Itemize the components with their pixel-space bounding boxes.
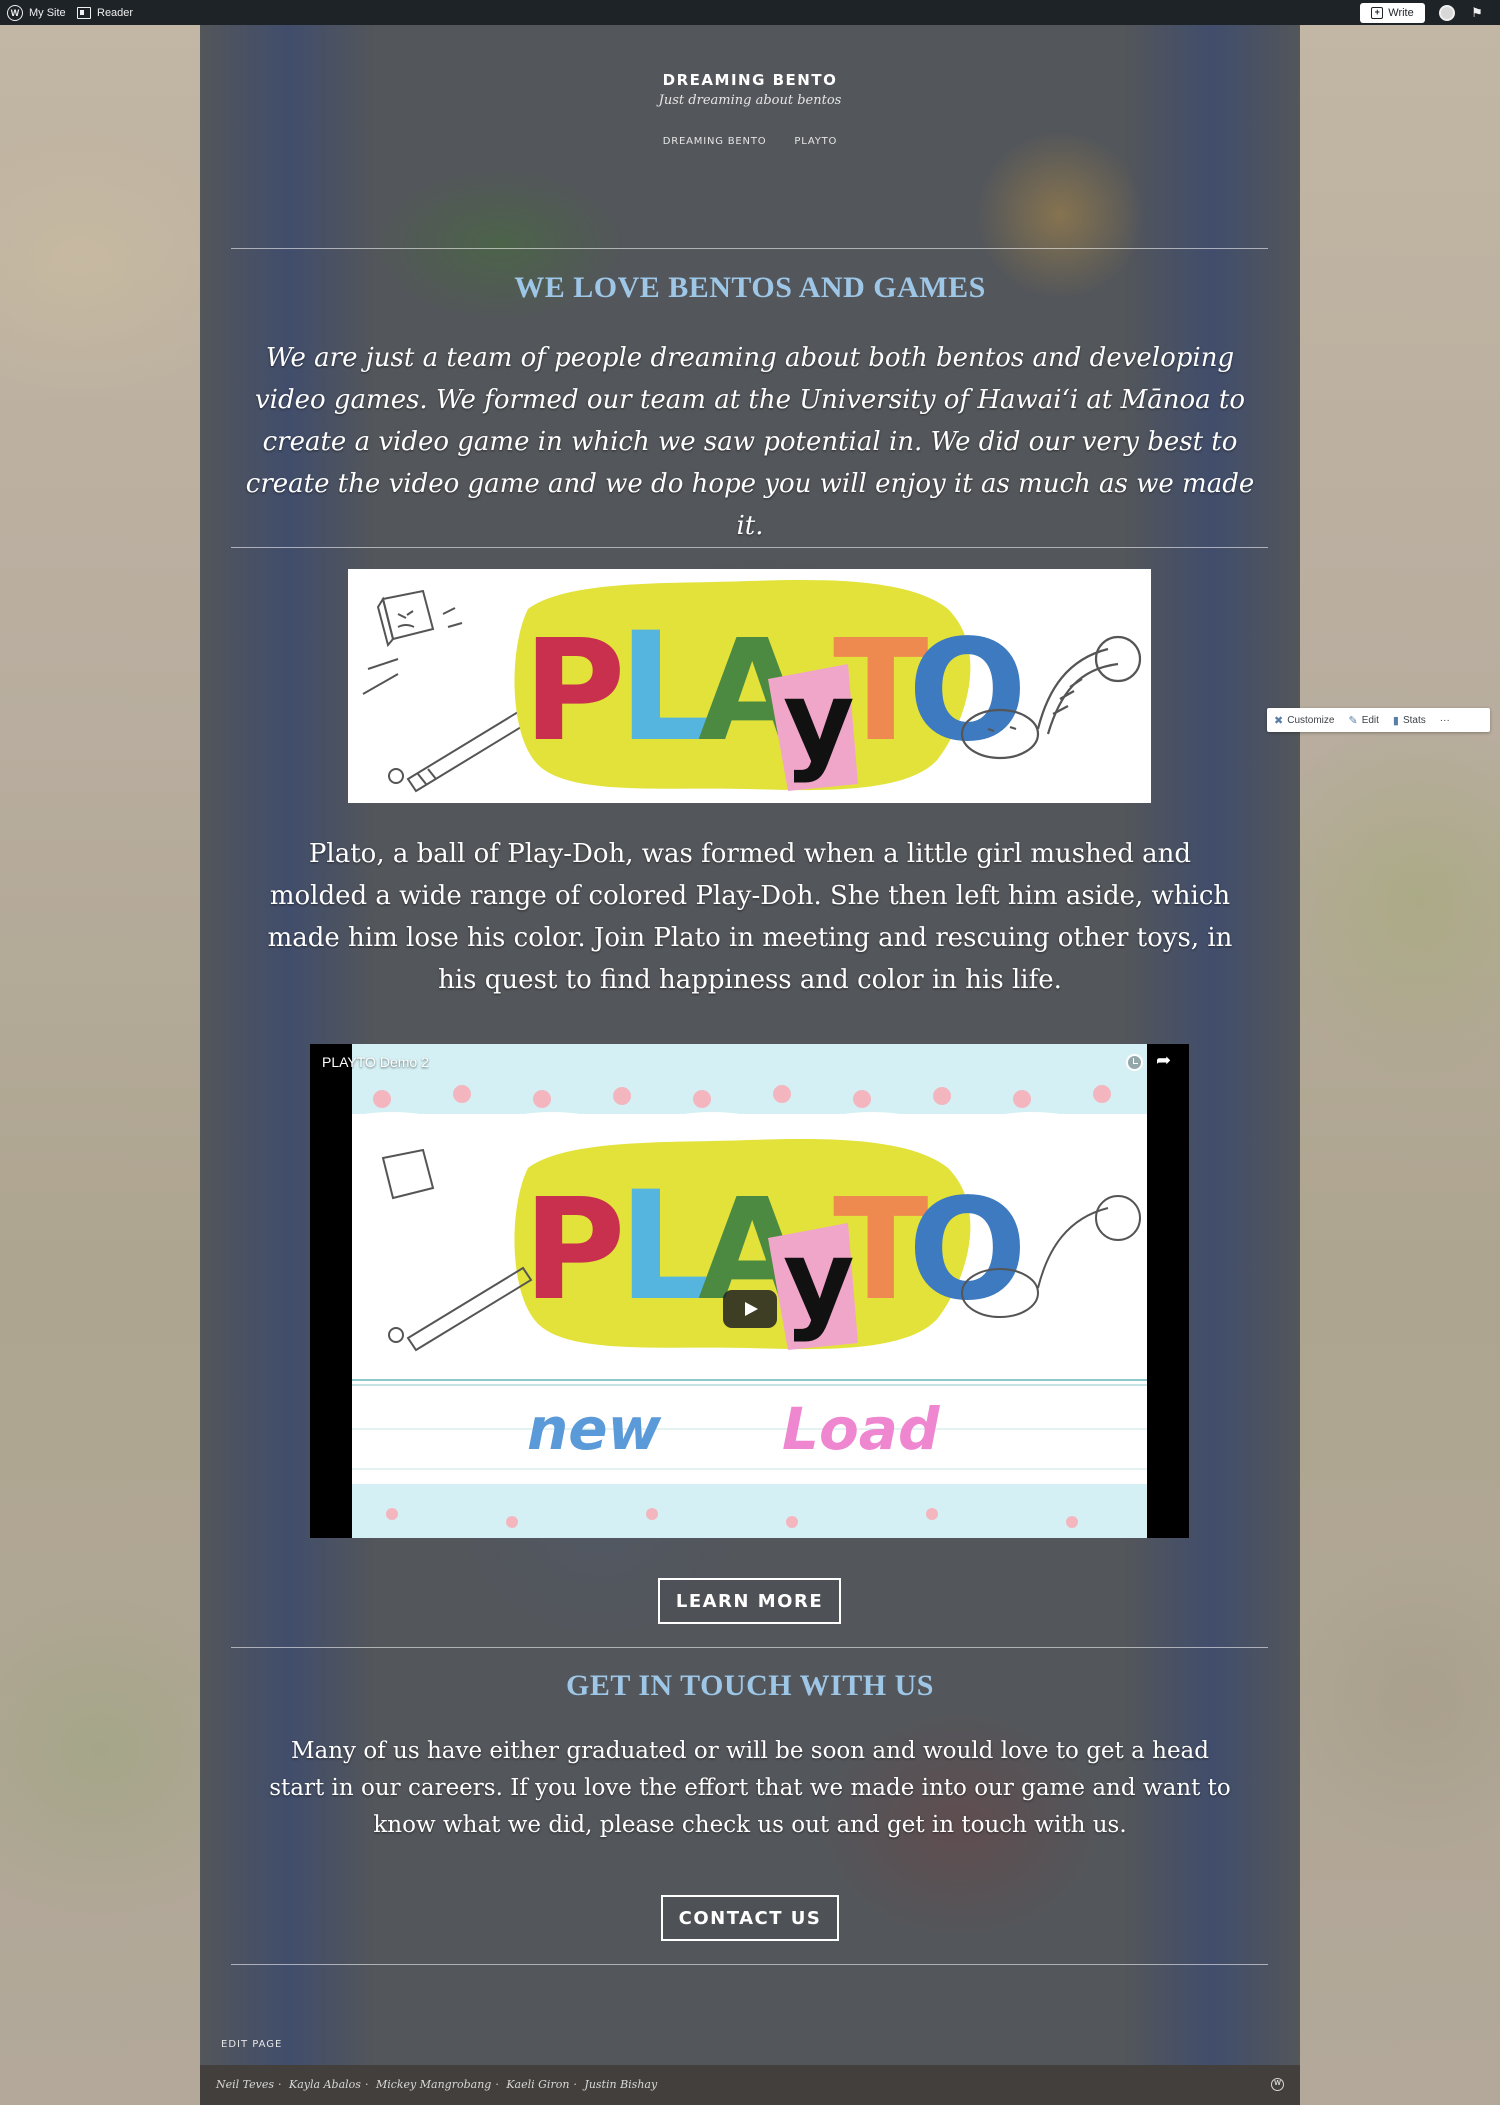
contact-text: Many of us have either graduated or will… <box>269 1738 1231 1838</box>
logo-letter: P <box>523 610 626 773</box>
wordpress-footer-icon[interactable]: W <box>1271 2078 1284 2091</box>
playto-logo-image: PLAyTO <box>348 569 1151 803</box>
customize-button[interactable]: ✖ Customize <box>1267 714 1341 727</box>
user-avatar[interactable] <box>1439 5 1455 21</box>
video-embed[interactable]: PLAyTO new Load PLAYTO Demo 2 ➦ <box>310 1044 1189 1538</box>
more-icon: ··· <box>1439 714 1450 726</box>
contact-heading: GET IN TOUCH WITH US <box>566 1669 934 1702</box>
nav-item-dreaming-bento[interactable]: DREAMING BENTO <box>663 136 767 147</box>
site-title[interactable]: DREAMING BENTO <box>200 71 1300 89</box>
site-tagline: Just dreaming about bentos <box>658 93 842 108</box>
contact-us-button[interactable]: CONTACT US <box>661 1895 839 1941</box>
customize-label: Customize <box>1287 714 1335 726</box>
primary-nav: DREAMING BENTO PLAYTO <box>200 136 1300 147</box>
video-menu-new: new <box>527 1395 662 1463</box>
stats-icon: ▮ <box>1392 714 1399 727</box>
divider <box>231 1964 1268 1965</box>
floating-admin-toolbar: ✖ Customize ✎ Edit ▮ Stats ··· <box>1267 708 1490 732</box>
logo-letter: O <box>908 1169 1027 1332</box>
credit-name: Kaeli Giron <box>506 2078 570 2091</box>
nav-item-playto[interactable]: PLAYTO <box>794 136 837 147</box>
game-description: Plato, a ball of Play-Doh, was formed wh… <box>267 839 1233 995</box>
write-label: Write <box>1388 7 1414 19</box>
credit-name: Kayla Abalos <box>289 2078 361 2091</box>
divider <box>231 547 1268 548</box>
playto-logo-art: PLAyTO <box>362 580 1142 793</box>
credit-separator: · <box>278 2078 282 2091</box>
intro-heading: WE LOVE BENTOS AND GAMES <box>514 271 986 304</box>
pencil-icon: ✎ <box>1348 714 1358 727</box>
reader-label: Reader <box>97 6 134 19</box>
logo-letters: PLAyTO <box>523 601 1027 791</box>
customize-icon: ✖ <box>1274 714 1284 727</box>
stats-button[interactable]: ▮ Stats <box>1386 714 1433 727</box>
cube-character <box>362 589 463 695</box>
learn-more-button[interactable]: LEARN MORE <box>658 1578 841 1624</box>
video-title[interactable]: PLAYTO Demo 2 <box>322 1054 429 1070</box>
notifications-icon[interactable]: ⚑ <box>1469 5 1485 21</box>
rolling-pin <box>388 707 533 793</box>
write-icon: + <box>1371 7 1384 19</box>
credit-name: Neil Teves <box>216 2078 275 2091</box>
my-site-link[interactable]: W My Site <box>7 0 66 25</box>
credit-separator: · <box>573 2078 577 2091</box>
more-button[interactable]: ··· <box>1433 715 1457 726</box>
edit-label: Edit <box>1361 714 1379 726</box>
credit-separator: · <box>364 2078 369 2091</box>
my-site-label: My Site <box>29 6 66 19</box>
video-menu-load: Load <box>782 1395 940 1463</box>
edit-button[interactable]: ✎ Edit <box>1341 714 1385 727</box>
divider <box>231 248 1268 249</box>
share-icon[interactable]: ➦ <box>1156 1050 1171 1071</box>
logo-letter: P <box>523 1169 626 1332</box>
site-footer: Neil Teves · Kayla Abalos · Mickey Mangrob… <box>200 2065 1300 2105</box>
credit-separator: · <box>495 2078 499 2091</box>
reader-link[interactable]: Reader <box>77 0 133 25</box>
reader-icon <box>77 6 91 19</box>
intro-text: We are just a team of people dreaming ab… <box>245 343 1255 541</box>
write-button[interactable]: + Write <box>1360 3 1425 23</box>
play-button[interactable] <box>723 1290 777 1328</box>
page-content: DREAMING BENTO Just dreaming about bento… <box>200 25 1300 2065</box>
footer-credits: Neil Teves · Kayla Abalos · Mickey Mangrob… <box>216 2078 657 2091</box>
stats-label: Stats <box>1402 714 1426 726</box>
edit-page-link[interactable]: EDIT PAGE <box>221 2039 282 2050</box>
watch-later-icon[interactable] <box>1126 1054 1143 1071</box>
logo-letter: O <box>908 610 1027 773</box>
credit-name: Mickey Mangrobang <box>375 2078 492 2091</box>
divider <box>231 1647 1268 1648</box>
credit-name: Justin Bishay <box>584 2078 658 2091</box>
wordpress-icon: W <box>7 4 23 21</box>
admin-bar: W My Site Reader + Write ⚑ <box>0 0 1500 25</box>
